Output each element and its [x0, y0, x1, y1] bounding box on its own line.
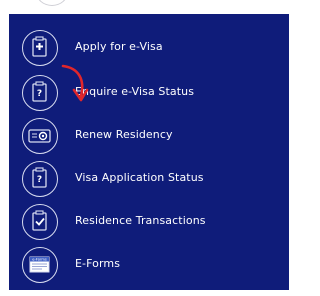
svg-text:?: ?: [37, 89, 42, 99]
document-question-icon: ?: [22, 75, 58, 111]
e-services-menu-panel: Apply for e-Visa ? Enquire e-Visa Status…: [9, 14, 289, 290]
card-renew-icon: [22, 118, 58, 154]
menu-item-residence-transactions[interactable]: Residence Transactions: [9, 202, 289, 244]
document-plus-icon: [22, 30, 58, 66]
menu-item-enquire-e-visa-status[interactable]: ? Enquire e-Visa Status: [9, 73, 289, 115]
menu-item-label: Visa Application Status: [75, 171, 204, 184]
top-decoration-arc: [36, 0, 68, 6]
menu-item-label: Apply for e-Visa: [75, 40, 163, 53]
menu-item-visa-application-status[interactable]: ? Visa Application Status: [9, 159, 289, 201]
menu-item-label: E-Forms: [75, 257, 121, 270]
menu-item-label: Enquire e-Visa Status: [75, 85, 195, 98]
svg-text:?: ?: [37, 175, 42, 185]
menu-item-label: Residence Transactions: [75, 214, 206, 227]
document-check-icon: [22, 204, 58, 240]
svg-text:e-Forms: e-Forms: [32, 258, 47, 262]
forms-icon: e-Forms: [22, 247, 58, 283]
menu-item-apply-e-visa[interactable]: Apply for e-Visa: [9, 28, 289, 70]
menu-item-renew-residency[interactable]: Renew Residency: [9, 116, 289, 158]
menu-item-label: Renew Residency: [75, 128, 173, 141]
menu-item-e-forms[interactable]: e-Forms E-Forms: [9, 245, 289, 287]
document-question-icon: ?: [22, 161, 58, 197]
